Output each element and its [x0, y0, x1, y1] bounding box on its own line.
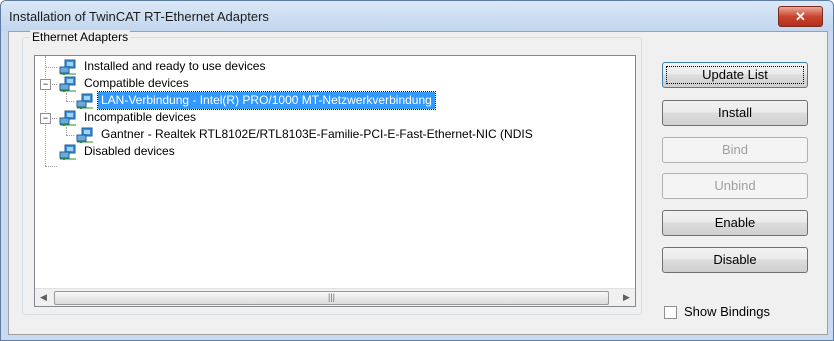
button-label: Update List [702, 67, 768, 82]
tree-node-label: Compatible devices [84, 76, 189, 90]
tree-node-label: Disabled devices [84, 144, 175, 158]
tree-node-disabled[interactable]: Disabled devices [59, 143, 579, 160]
disable-button[interactable]: Disable [662, 247, 808, 273]
window-title: Installation of TwinCAT RT-Ethernet Adap… [9, 9, 269, 24]
tree-line [45, 67, 57, 68]
adapter-tree[interactable]: − − Installed and ready to use devices C… [34, 55, 636, 307]
enable-button[interactable]: Enable [662, 210, 808, 236]
network-adapter-icon [76, 93, 93, 109]
tree-node-gantner-realtek[interactable]: Gantner - Realtek RTL8102E/RTL8103E-Fami… [76, 126, 635, 143]
tree-node-label: Incompatible devices [84, 110, 197, 124]
scroll-left-icon[interactable]: ◀ [35, 289, 52, 306]
network-adapter-icon [59, 59, 76, 75]
network-adapter-icon [59, 76, 76, 92]
scrollbar-thumb[interactable]: ||| [54, 291, 609, 305]
network-adapter-icon [76, 127, 93, 143]
collapse-toggle[interactable]: − [40, 113, 51, 124]
title-bar[interactable]: Installation of TwinCAT RT-Ethernet Adap… [1, 1, 833, 31]
install-button[interactable]: Install [662, 100, 808, 126]
tree-line [45, 56, 46, 166]
tree-line [66, 127, 67, 135]
unbind-button[interactable]: Unbind [662, 173, 808, 199]
tree-node-installed[interactable]: Installed and ready to use devices [59, 58, 579, 75]
bind-button[interactable]: Bind [662, 137, 808, 163]
show-bindings-checkbox[interactable] [664, 306, 677, 319]
tree-node-label: LAN-Verbindung - Intel(R) PRO/1000 MT-Ne… [97, 91, 436, 110]
collapse-toggle[interactable]: − [40, 79, 51, 90]
network-adapter-icon [59, 144, 76, 160]
tree-node-label: Installed and ready to use devices [84, 59, 266, 73]
button-label: Enable [714, 215, 756, 230]
close-icon: ✕ [795, 9, 806, 24]
button-label: Disable [713, 252, 757, 267]
horizontal-scrollbar[interactable]: ◀ ||| ▶ [35, 288, 635, 306]
button-label: Install [718, 105, 752, 120]
network-adapter-icon [59, 110, 76, 126]
tree-node-lan-verbindung[interactable]: LAN-Verbindung - Intel(R) PRO/1000 MT-Ne… [76, 91, 616, 110]
tree-node-label: Gantner - Realtek RTL8102E/RTL8103E-Fami… [101, 127, 533, 141]
show-bindings-label[interactable]: Show Bindings [684, 304, 770, 319]
button-label: Unbind [714, 178, 756, 193]
tree-node-incompatible[interactable]: Incompatible devices [59, 109, 579, 126]
tree-line [66, 101, 74, 102]
scroll-right-icon[interactable]: ▶ [618, 289, 635, 306]
close-button[interactable]: ✕ [778, 6, 823, 27]
tree-line [45, 166, 57, 167]
tree-node-compatible[interactable]: Compatible devices [59, 75, 579, 92]
button-label: Bind [721, 142, 749, 157]
tree-line [66, 135, 74, 136]
tree-line [66, 93, 67, 101]
group-label: Ethernet Adapters [30, 30, 131, 44]
update-list-button[interactable]: Update List [662, 62, 808, 88]
